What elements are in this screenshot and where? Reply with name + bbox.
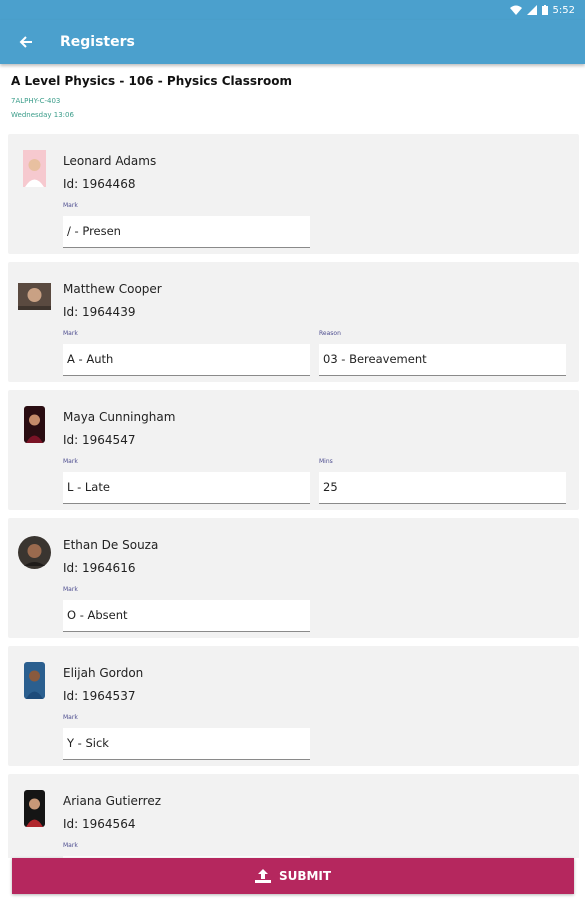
mark-select[interactable]: A - Auth	[63, 344, 310, 376]
mark-select[interactable]: / - Presen	[63, 216, 310, 248]
avatar	[18, 150, 51, 187]
student-name: Ariana Gutierrez	[63, 794, 162, 808]
student-name: Maya Cunningham	[63, 410, 176, 424]
student-list[interactable]: Leonard Adams Id: 1964468 Mark / - Prese…	[0, 128, 585, 858]
student-id: Id: 1964537	[63, 689, 136, 703]
student-id: Id: 1964564	[63, 817, 136, 831]
mins-label: Mins	[319, 458, 333, 465]
student-id: Id: 1964439	[63, 305, 136, 319]
wifi-icon	[509, 5, 522, 15]
reason-select[interactable]: 03 - Bereavement	[319, 344, 566, 376]
status-bar: 5:52	[0, 0, 585, 20]
submit-button[interactable]: SUBMIT	[12, 858, 574, 894]
student-name: Elijah Gordon	[63, 666, 144, 680]
page-title: Registers	[60, 34, 135, 50]
class-header: A Level Physics - 106 - Physics Classroo…	[0, 64, 585, 128]
mark-label: Mark	[63, 458, 78, 465]
mark-label: Mark	[63, 842, 78, 849]
class-time: Wednesday 13:06	[11, 111, 74, 119]
mark-label: Mark	[63, 330, 78, 337]
student-name: Leonard Adams	[63, 154, 157, 168]
mark-select[interactable]: L - Late	[63, 472, 310, 504]
mark-label: Mark	[63, 714, 78, 721]
signal-icon	[526, 5, 537, 15]
battery-icon	[541, 5, 548, 15]
student-card: Maya Cunningham Id: 1964547 Mark L - Lat…	[8, 390, 579, 510]
app-bar: Registers	[0, 20, 585, 64]
student-card: Leonard Adams Id: 1964468 Mark / - Prese…	[8, 134, 579, 254]
arrow-left-icon	[19, 36, 32, 48]
submit-label: SUBMIT	[278, 869, 332, 883]
reason-label: Reason	[319, 330, 341, 337]
student-card: Ethan De Souza Id: 1964616 Mark O - Abse…	[8, 518, 579, 638]
avatar	[18, 406, 51, 443]
student-name: Ethan De Souza	[63, 538, 159, 552]
back-button[interactable]	[4, 20, 48, 64]
class-code: 7ALPHY-C-403	[11, 97, 61, 105]
upload-icon	[254, 869, 271, 883]
avatar	[18, 790, 51, 827]
avatar	[18, 278, 51, 315]
avatar	[18, 534, 51, 571]
student-name: Matthew Cooper	[63, 282, 162, 296]
student-card: Elijah Gordon Id: 1964537 Mark Y - Sick	[8, 646, 579, 766]
student-card: Ariana Gutierrez Id: 1964564 Mark	[8, 774, 579, 858]
status-time: 5:52	[552, 4, 575, 16]
mark-label: Mark	[63, 202, 78, 209]
student-id: Id: 1964616	[63, 561, 136, 575]
student-id: Id: 1964468	[63, 177, 136, 191]
mark-select[interactable]: O - Absent	[63, 600, 310, 632]
class-title: A Level Physics - 106 - Physics Classroo…	[11, 74, 292, 88]
mark-label: Mark	[63, 586, 78, 593]
student-card: Matthew Cooper Id: 1964439 Mark A - Auth…	[8, 262, 579, 382]
mins-input[interactable]: 25	[319, 472, 566, 504]
mark-select[interactable]: Y - Sick	[63, 728, 310, 760]
student-id: Id: 1964547	[63, 433, 136, 447]
avatar	[18, 662, 51, 699]
